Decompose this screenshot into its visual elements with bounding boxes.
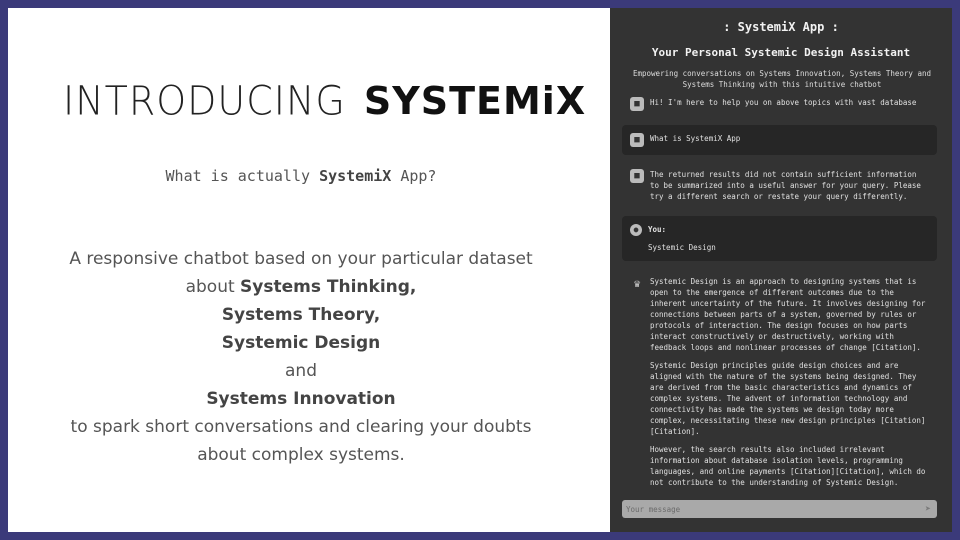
chat-subtitle: Your Personal Systemic Design Assistant <box>651 46 911 59</box>
robot-icon: ■ <box>630 169 644 183</box>
message-text: What is SystemiX App <box>650 134 741 143</box>
chatbot-panel: : SystemiX App : Your Personal Systemic … <box>610 8 952 532</box>
chat-message-greeting: ■ Hi! I'm here to help you on above topi… <box>622 97 937 111</box>
slide-title: INTRODUCING SYSTEMiX <box>63 76 585 126</box>
message-text: Systemic Design is an approach to design… <box>650 276 929 488</box>
message-text: Hi! I'm here to help you on above topics… <box>650 98 917 107</box>
message-paragraph: Systemic Design is an approach to design… <box>650 277 926 352</box>
desc-line-2: about Systems Thinking, <box>8 273 594 301</box>
message-paragraph: However, the search results also include… <box>650 445 926 487</box>
sender-label: You: <box>648 225 667 234</box>
message-text: The returned results did not contain suf… <box>650 170 921 201</box>
chat-message-user: ● You: Systemic Design <box>622 216 937 261</box>
message-input[interactable] <box>622 500 919 518</box>
desc-and: and <box>285 361 317 381</box>
intro-question: What is actually SystemiX App? <box>8 167 594 185</box>
desc-line-7: to spark short conversations and clearin… <box>70 417 532 437</box>
desc-line-8: about complex systems. <box>197 445 405 465</box>
desc-systems-theory: Systems Theory, <box>221 305 381 325</box>
message-text: You: Systemic Design <box>648 224 716 253</box>
message-body: Systemic Design <box>648 243 716 252</box>
title-introducing: INTRODUCING <box>63 77 346 125</box>
chat-app-title: : SystemiX App : <box>723 20 839 34</box>
question-suffix: App? <box>391 167 437 185</box>
desc-systemic-design: Systemic Design <box>221 333 381 353</box>
intro-description: A responsive chatbot based on your parti… <box>8 245 594 469</box>
chat-message-user: ■ What is SystemiX App <box>622 125 937 155</box>
message-paragraph: Systemic Design principles guide design … <box>650 361 926 436</box>
chat-message-bot: ■ The returned results did not contain s… <box>622 169 937 202</box>
robot-icon: ■ <box>630 97 644 111</box>
chat-tagline: Empowering conversations on Systems Inno… <box>632 69 931 89</box>
desc-systems-thinking: Systems Thinking, <box>240 277 417 297</box>
desc-line-2-prefix: about <box>185 277 241 297</box>
assistant-icon: ♛ <box>633 276 641 290</box>
user-icon: ● <box>630 224 642 236</box>
slide: INTRODUCING SYSTEMiX What is actually Sy… <box>8 8 952 532</box>
intro-panel: INTRODUCING SYSTEMiX What is actually Sy… <box>8 8 610 532</box>
question-emphasis: SystemiX <box>319 167 392 185</box>
chat-message-assistant: ♛ Systemic Design is an approach to desi… <box>622 276 937 488</box>
send-icon[interactable]: ➤ <box>919 500 937 518</box>
desc-systems-innovation: Systems Innovation <box>206 389 396 409</box>
question-prefix: What is actually <box>165 167 320 185</box>
desc-line-1: A responsive chatbot based on your parti… <box>69 249 533 269</box>
robot-icon: ■ <box>630 133 644 147</box>
title-systemix-logo: SYSTEMiX <box>363 79 587 123</box>
message-input-bar: ➤ <box>622 500 937 518</box>
